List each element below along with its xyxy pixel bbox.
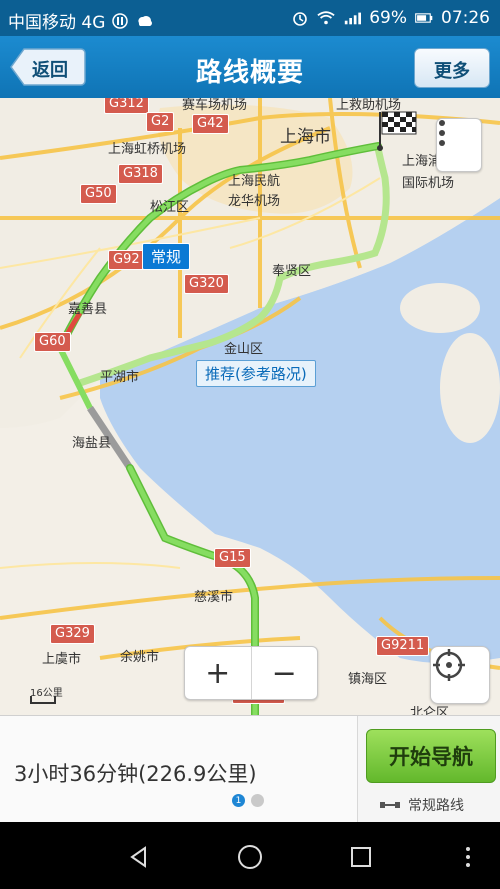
wifi-icon — [317, 9, 335, 27]
road-badge: G50 — [80, 184, 117, 204]
place-label: 松江区 — [150, 200, 190, 215]
zoom-control: + − — [184, 646, 318, 700]
route-type-selector[interactable]: 常规路线 — [380, 795, 464, 815]
place-label: 余姚市 — [120, 650, 160, 665]
home-nav-button[interactable] — [235, 842, 265, 872]
clock: 07:26 — [441, 8, 490, 28]
route-label-normal[interactable]: 常规 — [142, 243, 191, 270]
zoom-in-button[interactable]: + — [185, 647, 252, 699]
road-badge: G2 — [146, 112, 175, 132]
road-badge: G312 — [104, 98, 149, 114]
start-navigation-button[interactable]: 开始导航 — [366, 729, 496, 783]
place-label: 上海民航 — [228, 174, 281, 189]
road-badge: G42 — [192, 114, 229, 134]
carrier-label: 中国移动 4G — [8, 13, 106, 33]
place-label: 奉贤区 — [272, 264, 312, 279]
place-label: 上海虹桥机场 — [108, 142, 187, 157]
status-bar: 中国移动 4G 69% 07:26 — [0, 0, 500, 36]
road-badge: G318 — [118, 164, 163, 184]
crosshair-icon — [433, 649, 465, 681]
road-badge: G9211 — [376, 636, 430, 656]
recents-square-icon — [351, 847, 371, 867]
back-nav-button[interactable] — [124, 842, 154, 872]
locate-button[interactable] — [430, 646, 490, 704]
battery-icon — [415, 9, 433, 27]
route-type-label: 常规路线 — [408, 798, 464, 814]
more-label: 更多 — [434, 61, 470, 82]
map-view[interactable]: 赛车场机场 上救助机场 上海市 上海虹桥机场 上海浦东 国际机场 上海民航 龙华… — [0, 98, 500, 715]
hd-icon — [111, 12, 129, 30]
alarm-icon — [291, 9, 309, 27]
place-label: 嘉善县 — [68, 302, 108, 317]
menu-dots-icon — [466, 847, 470, 867]
route-label-recommended[interactable]: 推荐(参考路况) — [196, 360, 316, 387]
place-label: 慈溪市 — [194, 590, 234, 605]
road-badge: G60 — [34, 332, 71, 352]
recents-nav-button[interactable] — [346, 842, 376, 872]
back-triangle-icon — [130, 846, 146, 868]
place-label: 上海市 — [280, 127, 331, 147]
place-label: 镇海区 — [348, 672, 388, 687]
place-label: 上救助机场 — [336, 98, 402, 113]
nav-menu-button[interactable] — [458, 842, 478, 872]
page-dot — [251, 794, 264, 807]
map-menu-button[interactable] — [436, 118, 482, 172]
system-nav-bar — [0, 822, 500, 889]
road-badge: G92 — [108, 250, 145, 270]
place-label: 龙华机场 — [228, 194, 281, 209]
place-label: 国际机场 — [402, 176, 455, 191]
road-badge: G320 — [184, 274, 229, 294]
route-summary-panel: 3小时36分钟(226.9公里) 1 开始导航 常规路线 — [0, 715, 500, 823]
page-indicator: 1 — [232, 794, 264, 807]
route-type-icon — [380, 802, 400, 808]
zoom-out-button[interactable]: − — [252, 647, 318, 699]
map-scale-bar — [30, 696, 56, 704]
place-label: 海盐县 — [72, 436, 112, 451]
more-button[interactable]: 更多 — [414, 48, 490, 88]
place-label: 平湖市 — [100, 370, 140, 385]
home-circle-icon — [238, 845, 262, 869]
more-vertical-icon — [439, 120, 445, 146]
route-summary: 3小时36分钟(226.9公里) — [14, 762, 257, 786]
page-dot-active: 1 — [232, 794, 245, 807]
battery-percent: 69% — [369, 8, 407, 28]
road-badge: G329 — [50, 624, 95, 644]
road-badge: G15 — [214, 548, 251, 568]
place-label: 赛车场机场 — [182, 98, 248, 113]
title-bar: 返回 路线概要 更多 — [0, 36, 500, 99]
place-label: 上虞市 — [42, 652, 82, 667]
place-label: 金山区 — [224, 342, 264, 357]
signal-icon — [343, 9, 362, 27]
weather-icon — [135, 12, 153, 30]
navigation-actions: 开始导航 常规路线 — [357, 716, 500, 823]
